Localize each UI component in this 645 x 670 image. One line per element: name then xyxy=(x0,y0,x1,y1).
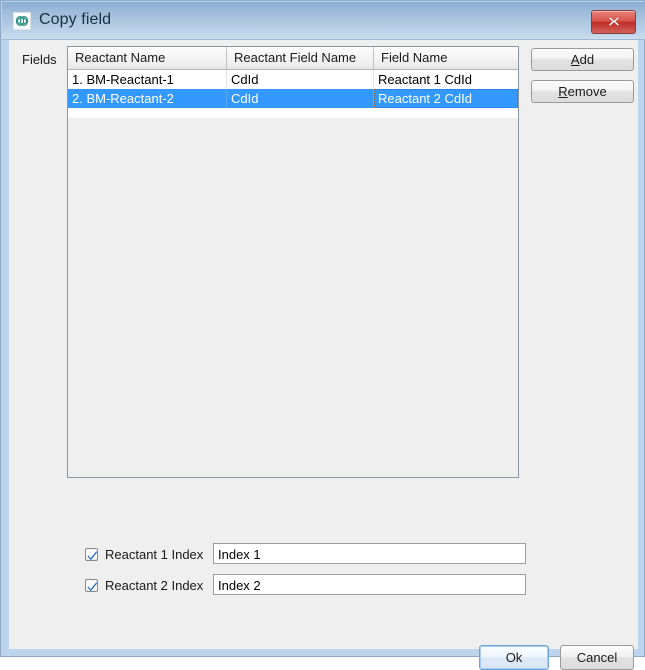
cancel-button-label: Cancel xyxy=(576,650,618,665)
reactant-2-index-label: Reactant 2 Index xyxy=(105,577,204,593)
reactant-1-index-checkbox[interactable] xyxy=(85,547,98,561)
cancel-button[interactable]: Cancel xyxy=(560,645,634,670)
reactant-2-index-checkbox[interactable] xyxy=(85,578,98,592)
panel-empty-area xyxy=(68,118,518,477)
dialog-window: Copy field Fields Reactant Name Reactant… xyxy=(0,0,645,670)
reactant-2-index-input[interactable] xyxy=(213,574,526,595)
column-header-reactant-field-name[interactable]: Reactant Field Name xyxy=(227,47,374,69)
close-icon xyxy=(592,14,635,28)
remove-button[interactable]: Remove xyxy=(531,80,634,103)
add-button[interactable]: Add xyxy=(531,48,634,71)
table-header-row: Reactant Name Reactant Field Name Field … xyxy=(68,47,518,70)
cell-field-name: Reactant 2 CdId xyxy=(374,89,518,108)
add-button-mnemonic: A xyxy=(570,52,580,67)
cell-reactant-name: 1. BM-Reactant-1 xyxy=(68,70,227,89)
fields-table-panel: Reactant Name Reactant Field Name Field … xyxy=(67,46,519,478)
cell-field-name: Reactant 1 CdId xyxy=(378,72,472,87)
fields-label: Fields xyxy=(22,52,57,67)
window-title: Copy field xyxy=(39,11,112,28)
cell-reactant-name: 2. BM-Reactant-2 xyxy=(68,89,227,108)
reactant-2-index-row: Reactant 2 Index xyxy=(85,574,203,596)
cell-reactant-field-name: CdId xyxy=(227,70,374,89)
ok-button-label: Ok xyxy=(505,650,523,665)
cell-reactant-field-name: CdId xyxy=(227,89,374,108)
reactant-1-index-input[interactable] xyxy=(213,543,526,564)
table-body: 1. BM-Reactant-1 CdId Reactant 1 CdId 2.… xyxy=(68,70,518,118)
table-row[interactable]: 2. BM-Reactant-2 CdId Reactant 2 CdId xyxy=(68,89,518,108)
add-button-label: dd xyxy=(579,52,595,67)
column-header-field-name[interactable]: Field Name xyxy=(374,47,518,69)
molecule-icon xyxy=(12,11,32,31)
close-button[interactable] xyxy=(591,10,636,34)
title-bar[interactable]: Copy field xyxy=(2,2,645,40)
reactant-1-index-row: Reactant 1 Index xyxy=(85,543,203,565)
table-empty-area xyxy=(68,108,518,118)
remove-button-mnemonic: R xyxy=(558,84,568,99)
reactant-1-index-label: Reactant 1 Index xyxy=(105,546,204,562)
column-header-reactant-name[interactable]: Reactant Name xyxy=(68,47,227,69)
dialog-body: Fields Reactant Name Reactant Field Name… xyxy=(9,40,638,670)
remove-button-label: emove xyxy=(567,84,607,99)
ok-button[interactable]: Ok xyxy=(479,645,549,670)
table-row[interactable]: 1. BM-Reactant-1 CdId Reactant 1 CdId xyxy=(68,70,518,89)
